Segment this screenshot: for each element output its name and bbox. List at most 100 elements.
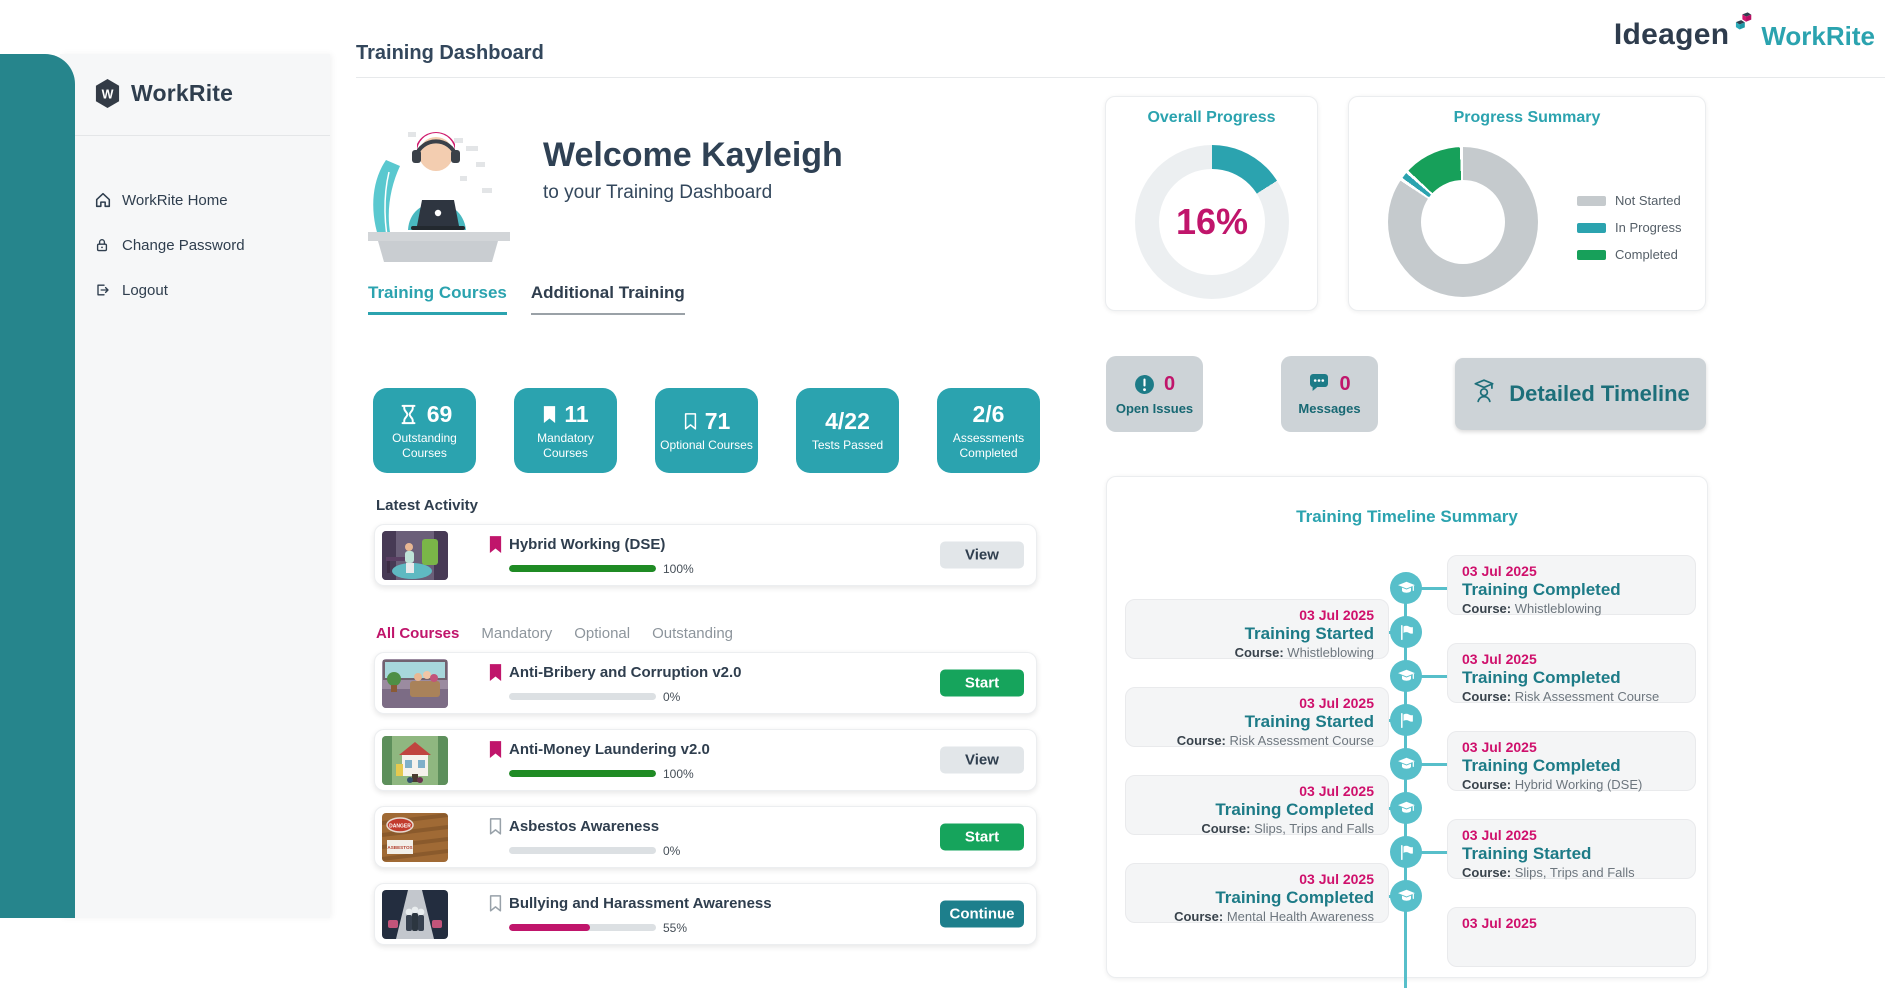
timeline-connector [1419,851,1449,854]
progress-bar [509,770,656,777]
ideagen-logo-text: Ideagen [1614,18,1729,52]
timeline-item-action: Training Started [1140,712,1374,732]
timeline-item-action: Training Completed [1462,580,1681,600]
overall-progress-title: Overall Progress [1106,109,1317,127]
course-action-button[interactable]: View [940,747,1024,774]
course-thumbnail [382,659,448,708]
bookmark-icon [488,535,503,554]
scholar-icon [1471,378,1497,410]
timeline-connector [1419,675,1449,678]
progress-summary-title: Progress Summary [1349,109,1705,127]
detailed-timeline-button[interactable]: Detailed Timeline [1455,358,1706,430]
course-title: Bullying and Harassment Awareness [509,895,772,912]
timeline-item-date: 03 Jul 2025 [1462,651,1681,667]
tab-training-courses[interactable]: Training Courses [368,283,507,315]
latest-activity-heading: Latest Activity [376,497,478,514]
sidebar-item-workrite-home[interactable]: WorkRite Home [94,186,314,214]
stat-card-tests-passed[interactable]: 4/22Tests Passed [796,388,899,473]
course-filters: All Courses Mandatory Optional Outstanding [376,625,733,642]
logout-icon [94,282,112,298]
stat-card-mandatory-courses[interactable]: 11Mandatory Courses [514,388,617,473]
timeline-item: 03 Jul 2025Training StartedCourse: Risk … [1125,687,1389,747]
sidebar-item-change-password[interactable]: Change Password [94,231,314,259]
filter-optional[interactable]: Optional [574,625,630,642]
timeline-item-course: Course: Slips, Trips and Falls [1462,865,1681,880]
flag-icon [1390,616,1422,648]
flag-icon [1390,704,1422,736]
timeline-item: 03 Jul 2025 [1447,907,1696,967]
svg-text:DANGER: DANGER [389,823,411,829]
bookmark-icon [488,894,503,913]
quick-stat-value: 0 [1164,373,1175,396]
course-action-button[interactable]: Start [940,670,1024,697]
course-title: Hybrid Working (DSE) [509,536,665,553]
progress-label: 100% [663,767,694,781]
quick-stat-open-issues[interactable]: 0 Open Issues [1106,356,1203,432]
latest-activity-card: Hybrid Working (DSE) 100% View [374,524,1037,601]
timeline-item: 03 Jul 2025Training CompletedCourse: Whi… [1447,555,1696,615]
progress-label: 55% [663,921,687,935]
svg-text:ASBESTOS: ASBESTOS [387,845,412,850]
training-timeline-card: Training Timeline Summary 03 Jul 2025Tra… [1106,476,1708,978]
course-thumbnail: DANGER ASBESTOS [382,813,448,862]
progress-label: 0% [663,690,680,704]
timeline-item: 03 Jul 2025Training CompletedCourse: Sli… [1125,775,1389,835]
ideagen-cubes-icon [1735,12,1753,38]
sidebar-item-logout[interactable]: Logout [94,276,314,304]
chat-icon [1308,374,1330,394]
course-row: DANGERASBESTOSAsbestos Awareness0%Start [374,806,1037,868]
progress-bar [509,847,656,854]
timeline-item-course: Course: Slips, Trips and Falls [1140,821,1374,836]
timeline-item-date: 03 Jul 2025 [1462,827,1681,843]
quick-stat-messages[interactable]: 0Messages [1281,356,1378,432]
welcome-illustration [356,92,521,262]
course-title: Anti-Bribery and Corruption v2.0 [509,664,742,681]
timeline-item-course: Course: Whistleblowing [1140,645,1374,660]
course-title: Anti-Money Laundering v2.0 [509,741,710,758]
timeline-connector [1419,587,1449,590]
timeline-item-date: 03 Jul 2025 [1140,783,1374,799]
timeline-axis [1404,588,1407,988]
filter-all-courses[interactable]: All Courses [376,625,459,642]
home-icon [94,191,112,209]
stat-card-optional-courses[interactable]: 71Optional Courses [655,388,758,473]
timeline-item-date: 03 Jul 2025 [1140,871,1374,887]
legend-label: In Progress [1615,220,1681,235]
training-dashboard-app: W WorkRite WorkRite HomeChange PasswordL… [0,0,1885,918]
timeline-item-action: Training Completed [1462,756,1681,776]
tab-additional-training[interactable]: Additional Training [531,283,685,315]
progress-label: 100% [663,562,694,576]
bookmark-icon [488,817,503,836]
quick-stat-label: Messages [1298,401,1360,416]
detailed-timeline-label: Detailed Timeline [1509,381,1690,407]
workrite-logo-icon: W [94,78,121,109]
legend-item-not-started: Not Started [1577,193,1681,208]
stat-card-outstanding-courses[interactable]: 69Outstanding Courses [373,388,476,473]
progress-summary-donut [1388,147,1538,297]
overall-progress-donut: 16% [1135,145,1289,299]
timeline-item-date: 03 Jul 2025 [1462,915,1681,931]
timeline-item-course: Course: Hybrid Working (DSE) [1462,777,1681,792]
timeline-item-course: Course: Risk Assessment Course [1140,733,1374,748]
course-action-button[interactable]: Start [940,824,1024,851]
timeline-item: 03 Jul 2025Training StartedCourse: Whist… [1125,599,1389,659]
stat-card-assessments-completed[interactable]: 2/6Assessments Completed [937,388,1040,473]
course-action-button[interactable]: Continue [940,901,1024,928]
legend-label: Not Started [1615,193,1681,208]
svg-text:W: W [102,87,114,101]
timeline-item-action: Training Completed [1140,800,1374,820]
course-thumbnail [382,736,448,785]
graduation-cap-icon [1390,572,1422,604]
stat-card-row: 69Outstanding Courses 11Mandatory Courses… [373,388,1040,473]
course-action-button[interactable]: View [940,542,1024,569]
quick-stat-label: Open Issues [1116,401,1193,416]
course-row: Anti-Money Laundering v2.0 100% View [374,729,1037,791]
course-thumbnail [382,531,448,580]
overall-progress-card: Overall Progress 16% [1105,96,1318,311]
filter-outstanding[interactable]: Outstanding [652,625,733,642]
course-row: Bullying and Harassment Awareness 55% Cont… [374,883,1037,945]
timeline-item: 03 Jul 2025Training CompletedCourse: Men… [1125,863,1389,923]
course-row: Anti-Bribery and Corruption v2.0 0% Start [374,652,1037,714]
timeline-item-date: 03 Jul 2025 [1140,695,1374,711]
filter-mandatory[interactable]: Mandatory [481,625,552,642]
